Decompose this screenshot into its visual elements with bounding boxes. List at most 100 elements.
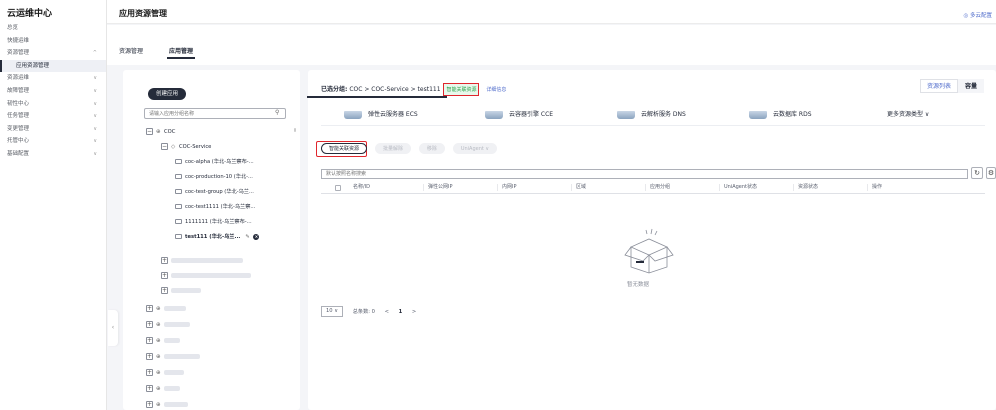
detail-info-link[interactable]: 详细信息 <box>486 87 506 93</box>
component-node-icon: ◇ <box>171 144 176 150</box>
sidebar-item-fault-mgmt[interactable]: 故障管理 ∨ <box>0 85 106 98</box>
tree-node-coc[interactable]: − ⊕ COC <box>146 127 175 137</box>
sidebar-item-resilience[interactable]: 韧性中心 ∨ <box>0 98 106 111</box>
tab-resource-mgmt[interactable]: 资源管理 <box>119 46 143 55</box>
blurred-label <box>164 386 180 391</box>
tree-node-collapsed[interactable]: + ⊕ <box>146 368 184 378</box>
sidebar-item-change-mgmt[interactable]: 变更管理 ∨ <box>0 123 106 136</box>
app-search-input[interactable] <box>144 108 286 119</box>
column-header[interactable]: 操作 <box>867 184 882 191</box>
tree-leaf-label: coc-alpha (华北-乌兰察布-... <box>185 159 254 165</box>
refresh-icon[interactable]: ↻ <box>971 167 983 179</box>
app-node-icon: ⊕ <box>156 354 161 360</box>
uniagent-dropdown[interactable]: UniAgent ∨ <box>452 143 498 154</box>
app-node-icon: ⊕ <box>156 370 161 376</box>
sidebar-item-resource-mgmt[interactable]: 资源管理 ^ <box>0 47 106 60</box>
tree-node-coc-service[interactable]: − ◇ COC-Service <box>161 142 211 152</box>
column-header[interactable]: 资源状态 <box>793 184 818 191</box>
expand-icon[interactable]: + <box>146 385 153 392</box>
sidebar-item-label: 故障管理 <box>7 87 30 94</box>
batch-unbind-button[interactable]: 批量解除 <box>374 143 411 154</box>
resource-list-button[interactable]: 资源列表 <box>919 79 958 93</box>
expand-icon[interactable]: + <box>146 369 153 376</box>
blurred-label <box>171 258 243 263</box>
create-app-button[interactable]: 创建应用 <box>148 88 186 100</box>
sidebar-item-hosting[interactable]: 托管中心 ∨ <box>0 135 106 148</box>
tree-leaf[interactable]: 1111111 (华北-乌兰察布-... <box>175 217 252 227</box>
tree-node-label: COC-Service <box>179 144 212 150</box>
tab-ecs[interactable]: 弹性云服务器 ECS <box>307 96 447 119</box>
next-page-button[interactable]: > <box>412 309 416 315</box>
folder-icon <box>175 234 182 239</box>
tree-node-collapsed[interactable]: + <box>161 286 201 296</box>
settings-icon[interactable]: ⚙ <box>986 167 996 179</box>
expand-icon[interactable]: + <box>146 305 153 312</box>
tree-node-collapsed[interactable]: + ⊕ <box>146 400 188 410</box>
sidebar-item-resource-ops[interactable]: 资源运维 ∨ <box>0 72 106 85</box>
expand-icon[interactable]: + <box>161 257 168 264</box>
sidebar-item-base-config[interactable]: 基础配置 ∨ <box>0 148 106 161</box>
sidebar-item-quick-ops[interactable]: 快捷运维 <box>0 35 106 48</box>
sidebar-collapse-handle[interactable]: ‹ <box>108 310 118 346</box>
sidebar-item-app-resource-mgmt[interactable]: 应用资源管理 <box>0 59 106 73</box>
tree-leaf-label: coc-production-10 (华北-... <box>185 174 253 180</box>
tab-rds[interactable]: 云数据库 RDS <box>749 109 812 119</box>
column-header[interactable]: 弹性公网IP <box>423 184 453 191</box>
view-switch: 资源列表 容量 <box>919 79 984 93</box>
tree-node-collapsed[interactable]: + <box>161 256 243 266</box>
blurred-label <box>164 354 200 359</box>
column-header[interactable]: 应用分组 <box>645 184 670 191</box>
tree-scrollbar[interactable] <box>294 128 296 132</box>
tree-leaf[interactable]: coc-test-group (华北-乌兰... <box>175 187 254 197</box>
selected-group-label: 已选分组: <box>321 86 348 93</box>
smart-associate-link[interactable]: 智能关联资源 <box>443 83 480 96</box>
expand-icon[interactable]: + <box>146 401 153 408</box>
tree-node-collapsed[interactable]: + ⊕ <box>146 336 180 346</box>
ecs-icon <box>344 110 362 119</box>
expand-icon[interactable]: + <box>146 353 153 360</box>
current-page[interactable]: 1 <box>399 309 403 315</box>
tree-leaf[interactable]: coc-test1111 (华北-乌兰察... <box>175 202 255 212</box>
expand-icon[interactable]: + <box>146 321 153 328</box>
tree-node-collapsed[interactable]: + ⊕ <box>146 304 186 314</box>
column-header[interactable]: 区域 <box>571 184 586 191</box>
app-node-icon: ⊕ <box>156 322 161 328</box>
delete-icon[interactable]: × <box>253 234 260 240</box>
tab-cce[interactable]: 云容器引擎 CCE <box>485 109 553 119</box>
tab-dns[interactable]: 云解析服务 DNS <box>617 109 686 119</box>
more-resource-types-dropdown[interactable]: 更多资源类型 ∨ <box>887 109 929 118</box>
smart-associate-button[interactable]: 智能关联资源 <box>321 143 368 154</box>
column-header[interactable]: UniAgent状态 <box>719 184 757 191</box>
remove-button[interactable]: 移除 <box>418 143 445 154</box>
app-tree-panel: 创建应用 ⚲ −⊕COC −◇COC-Service coc-alpha (华北… <box>123 70 300 410</box>
tab-app-mgmt[interactable]: 应用管理 <box>166 46 196 59</box>
prev-page-button[interactable]: < <box>385 309 389 315</box>
expand-icon[interactable]: + <box>161 287 168 294</box>
tree-leaf-selected[interactable]: test111 (华北-乌兰... ✎ × <box>175 232 260 242</box>
tree-leaf[interactable]: coc-alpha (华北-乌兰察布-... <box>175 157 254 167</box>
column-header[interactable]: 内网IP <box>497 184 517 191</box>
tree-leaf[interactable]: coc-production-10 (华北-... <box>175 172 253 182</box>
blurred-label <box>164 370 184 375</box>
sidebar-item-overview[interactable]: 总览 <box>0 22 106 35</box>
tab-label: 云数据库 RDS <box>773 111 812 118</box>
expand-icon[interactable]: + <box>146 337 153 344</box>
select-all-checkbox[interactable] <box>335 185 341 191</box>
page-size-select[interactable]: 10 ∨ <box>321 306 344 317</box>
tree-node-collapsed[interactable]: + ⊕ <box>146 384 180 394</box>
search-icon[interactable]: ⚲ <box>275 109 279 116</box>
resource-search-input[interactable] <box>321 169 968 179</box>
collapse-icon[interactable]: − <box>146 128 153 135</box>
sidebar-item-label: 托管中心 <box>7 138 30 145</box>
tree-node-collapsed[interactable]: + ⊕ <box>146 352 200 362</box>
expand-icon[interactable]: + <box>161 272 168 279</box>
capacity-button[interactable]: 容量 <box>957 79 984 93</box>
sidebar-item-task-mgmt[interactable]: 任务管理 ∨ <box>0 110 106 123</box>
tree-node-collapsed[interactable]: + ⊕ <box>146 320 190 330</box>
edit-icon[interactable]: ✎ <box>245 234 249 240</box>
column-header[interactable]: 名称/ID <box>349 184 370 191</box>
multi-cloud-config-link[interactable]: ◎ 多云配置 <box>963 11 992 19</box>
operation-bar: 智能关联资源 批量解除 移除 UniAgent ∨ <box>321 143 503 155</box>
collapse-icon[interactable]: − <box>161 143 168 150</box>
tree-node-collapsed[interactable]: + <box>161 271 251 281</box>
